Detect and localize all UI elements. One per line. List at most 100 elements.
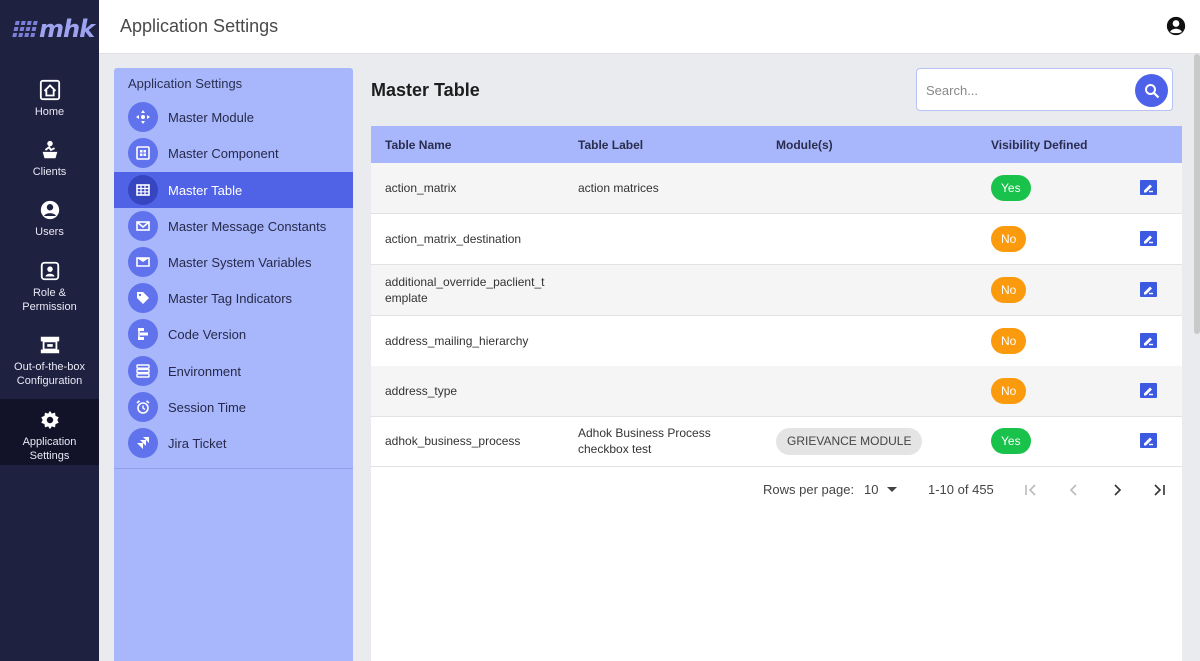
cell-table-label (578, 366, 768, 416)
cell-table-label (578, 214, 768, 264)
nav-item-label: Application Settings (22, 436, 77, 462)
edit-icon[interactable] (1140, 333, 1157, 348)
rows-per-page-value: 10 (864, 482, 879, 497)
last-page-button[interactable] (1146, 477, 1172, 503)
submenu-item-label: Code Version (168, 326, 247, 342)
chevron-left-icon (1069, 484, 1077, 496)
nav-item-label: Home (34, 106, 65, 118)
master-table: Table Name Table Label Module(s) Visibil… (371, 126, 1182, 661)
top-header: Application Settings (99, 0, 1200, 54)
cell-table-name: adhok_business_process (385, 434, 521, 448)
submenu-item-label: Master Tag Indicators (168, 290, 293, 306)
table-row[interactable]: address_type No (371, 366, 1182, 417)
logo-text: mhk (39, 15, 95, 43)
table-row[interactable]: address_mailing_hierarchy No (371, 316, 1182, 367)
submenu-item-label: Master System Variables (168, 254, 312, 270)
submenu-item-session-time[interactable]: Session Time (114, 389, 353, 425)
page-scrollbar[interactable] (1194, 54, 1200, 334)
edit-icon[interactable] (1140, 383, 1157, 398)
section-title: Master Table (371, 80, 480, 100)
nav-item-label: Out-of-the-box Configuration (14, 361, 85, 387)
submenu-item-master-table[interactable]: Master Table (114, 172, 353, 208)
alarm-icon (128, 392, 158, 422)
search-input[interactable] (926, 79, 1126, 101)
nav-item-configuration[interactable]: Out-of-the-box Configuration (0, 334, 99, 388)
account-circle-icon[interactable] (1166, 16, 1186, 41)
submenu-item-master-message-constants[interactable]: Master Message Constants (114, 208, 353, 244)
visibility-badge: No (991, 378, 1027, 404)
cell-table-label (578, 316, 768, 366)
submenu-item-label: Master Module (168, 109, 254, 125)
cell-table-name: address_mailing_hierarchy (385, 334, 529, 348)
submenu-item-label: Session Time (168, 399, 247, 415)
gear-icon (40, 410, 59, 430)
logo-mark-icon (12, 21, 38, 37)
search-box (916, 68, 1173, 111)
submenu-title: Application Settings (128, 76, 243, 91)
module-chip: GRIEVANCE MODULE (776, 427, 923, 455)
submenu-item-label: Master Message Constants (168, 218, 327, 234)
visibility-badge: Yes (991, 175, 1031, 201)
submenu-item-master-tag-indicators[interactable]: Master Tag Indicators (114, 280, 353, 316)
chevron-down-icon (887, 486, 898, 492)
search-icon (1144, 83, 1159, 98)
nav-item-clients[interactable]: Clients (0, 139, 99, 179)
column-header-table-label[interactable]: Table Label (578, 138, 643, 152)
logo[interactable]: mhk (0, 0, 99, 58)
cell-table-name: action_matrix (385, 181, 457, 195)
rows-per-page-select[interactable]: 10 (864, 482, 898, 497)
cell-table-label (578, 265, 768, 315)
column-header-visibility[interactable]: Visibility Defined (991, 138, 1087, 152)
nav-item-application-settings[interactable]: Application Settings (0, 399, 99, 465)
edit-icon[interactable] (1140, 231, 1157, 246)
visibility-badge: No (991, 277, 1027, 303)
nav-item-label: Role & Permission (22, 287, 77, 313)
cell-table-name: action_matrix_destination (385, 232, 522, 246)
visibility-badge: No (991, 328, 1027, 354)
table-row[interactable]: additional_override_paclient_t emplate N… (371, 265, 1182, 316)
role-permission-icon (40, 261, 59, 281)
next-page-button[interactable] (1104, 477, 1130, 503)
visibility-badge: Yes (991, 428, 1031, 454)
submenu-item-label: Master Table (168, 182, 243, 198)
submenu-item-master-component[interactable]: Master Component (114, 135, 353, 171)
pagination: Rows per page: 10 1-10 of 455 (371, 467, 1182, 513)
column-header-table-name[interactable]: Table Name (385, 138, 451, 152)
cell-table-name: address_type (385, 384, 458, 398)
table-row[interactable]: adhok_business_process Adhok Business Pr… (371, 416, 1182, 467)
first-page-button[interactable] (1018, 477, 1044, 503)
nav-item-label: Users (35, 226, 64, 238)
module-icon (128, 102, 158, 132)
first-page-icon (1025, 484, 1036, 496)
rows-per-page-label: Rows per page: (763, 482, 855, 497)
last-page-icon (1154, 484, 1165, 496)
nav-item-users[interactable]: Users (0, 199, 99, 239)
nav-item-home[interactable]: Home (0, 79, 99, 119)
page-title: Application Settings (120, 16, 279, 36)
submenu-item-label: Jira Ticket (168, 435, 227, 451)
nav-item-role-permission[interactable]: Role & Permission (0, 260, 99, 314)
variables-icon (128, 247, 158, 277)
submenu-item-master-system-variables[interactable]: Master System Variables (114, 244, 353, 280)
table-row[interactable]: action_matrix_destination No (371, 214, 1182, 265)
chevron-right-icon (1114, 484, 1122, 496)
submenu-item-environment[interactable]: Environment (114, 353, 353, 389)
component-icon (128, 138, 158, 168)
submenu-item-code-version[interactable]: Code Version (114, 316, 353, 352)
edit-icon[interactable] (1140, 180, 1157, 195)
mail-icon (128, 211, 158, 241)
jira-icon (128, 428, 158, 458)
edit-icon[interactable] (1140, 282, 1157, 297)
settings-submenu: Application Settings Master Module Maste… (114, 68, 353, 661)
column-header-modules[interactable]: Module(s) (776, 138, 833, 152)
submenu-item-master-module[interactable]: Master Module (114, 99, 353, 135)
table-row[interactable]: action_matrix action matrices Yes (371, 163, 1182, 214)
configuration-icon (40, 336, 59, 354)
cell-table-label: action matrices (578, 181, 659, 195)
previous-page-button[interactable] (1061, 477, 1087, 503)
submenu-item-jira-ticket[interactable]: Jira Ticket (114, 425, 353, 461)
submenu-divider (114, 468, 353, 469)
code-version-icon (128, 319, 158, 349)
edit-icon[interactable] (1140, 433, 1157, 448)
search-button[interactable] (1135, 74, 1168, 107)
